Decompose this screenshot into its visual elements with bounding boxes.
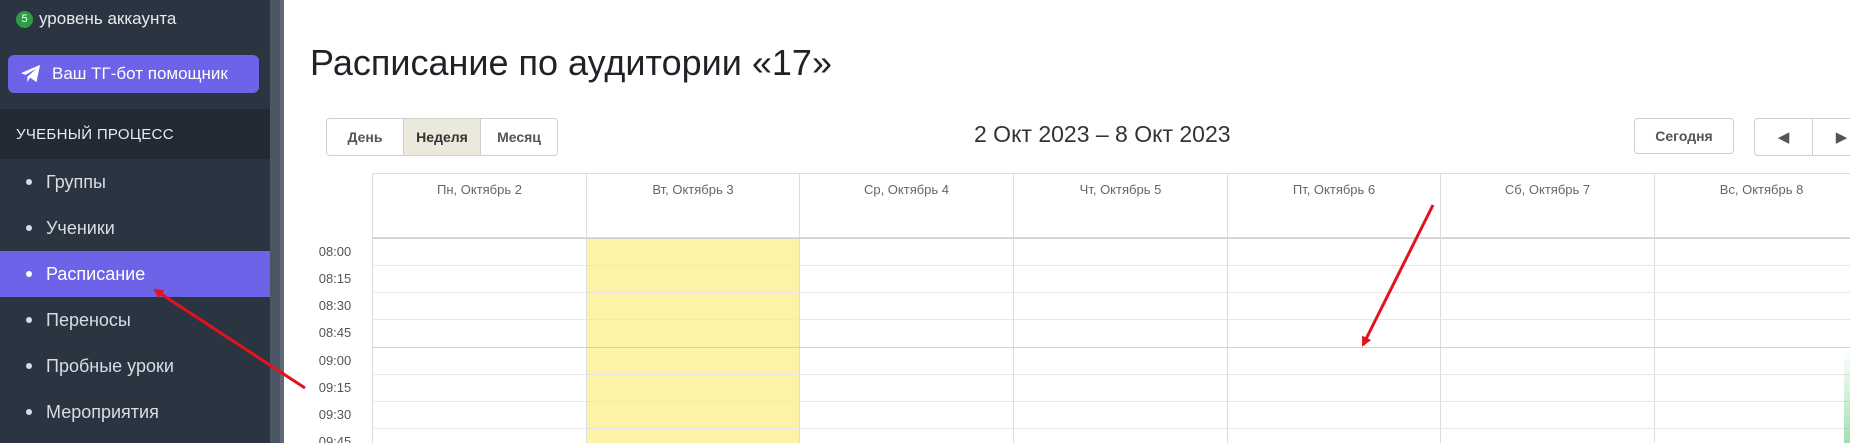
calendar-header: Пн, Октябрь 2 Вт, Октябрь 3 Ср, Октябрь …	[310, 173, 1850, 238]
day-header-wed: Ср, Октябрь 4	[799, 173, 1013, 238]
corner-glow	[1844, 350, 1850, 443]
sidebar-item-label: Переносы	[46, 309, 131, 330]
sidebar-item-label: Группы	[46, 171, 106, 192]
date-range-title: 2 Окт 2023 – 8 Окт 2023	[974, 121, 1231, 147]
bullet-icon	[26, 409, 32, 415]
telegram-bot-label: Ваш ТГ-бот помощник	[52, 64, 228, 83]
column-divider	[1227, 238, 1228, 443]
slot-line	[372, 319, 1850, 320]
slot-line	[372, 374, 1850, 375]
week-calendar: Пн, Октябрь 2 Вт, Октябрь 3 Ср, Октябрь …	[310, 173, 1850, 443]
column-divider	[586, 238, 587, 443]
column-divider	[799, 238, 800, 443]
bullet-icon	[26, 317, 32, 323]
sidebar-item-groups[interactable]: Группы	[0, 159, 270, 205]
account-level-badge: 5	[16, 10, 33, 28]
time-label: 08:30	[318, 298, 352, 313]
telegram-icon	[20, 64, 42, 84]
slot-line	[372, 265, 1850, 266]
time-label: 08:45	[318, 325, 352, 340]
slot-line	[372, 238, 1850, 239]
time-label: 08:15	[318, 271, 352, 286]
slot-line	[372, 292, 1850, 293]
sidebar-item-trial-lessons[interactable]: Пробные уроки	[0, 343, 270, 389]
page-title: Расписание по аудитории «17»	[310, 42, 832, 83]
time-label: 09:00	[318, 353, 352, 368]
day-header-fri: Пт, Октябрь 6	[1227, 173, 1440, 238]
sidebar-scrollbar[interactable]	[270, 0, 284, 443]
next-week-icon[interactable]: ▶	[1813, 119, 1850, 155]
day-header-mon: Пн, Октябрь 2	[372, 173, 586, 238]
view-day-button[interactable]: День	[327, 119, 404, 155]
account-level[interactable]: 5 уровень аккаунта	[16, 6, 176, 32]
slot-line	[372, 347, 1850, 348]
view-month-button[interactable]: Месяц	[481, 119, 557, 155]
column-divider	[1013, 238, 1014, 443]
time-label: 09:15	[318, 380, 352, 395]
sidebar-item-schedule[interactable]: Расписание	[0, 251, 270, 297]
account-level-label: уровень аккаунта	[39, 9, 177, 28]
sidebar-item-students[interactable]: Ученики	[0, 205, 270, 251]
today-button[interactable]: Сегодня	[1634, 118, 1734, 154]
column-divider	[1654, 238, 1655, 443]
bullet-icon	[26, 363, 32, 369]
day-header-thu: Чт, Октябрь 5	[1013, 173, 1227, 238]
time-label: 09:45	[318, 434, 352, 443]
column-divider	[372, 238, 373, 443]
time-label: 09:30	[318, 407, 352, 422]
sidebar-item-events[interactable]: Мероприятия	[0, 389, 270, 435]
sidebar: 5 уровень аккаунта Ваш ТГ-бот помощник У…	[0, 0, 270, 443]
day-header-sat: Сб, Октябрь 7	[1440, 173, 1654, 238]
sidebar-item-label: Ученики	[46, 217, 115, 238]
time-label: 08:00	[318, 244, 352, 259]
day-header-sun: Вс, Октябрь 8	[1654, 173, 1850, 238]
bullet-icon	[26, 179, 32, 185]
section-header-learning: УЧЕБНЫЙ ПРОЦЕСС	[0, 109, 270, 159]
sidebar-nav: Группы Ученики Расписание Переносы Пробн…	[0, 159, 270, 435]
sidebar-item-label: Расписание	[46, 263, 146, 284]
column-divider	[1440, 238, 1441, 443]
today-column-highlight	[586, 239, 799, 443]
slot-line	[372, 428, 1850, 429]
bullet-icon	[26, 271, 32, 277]
slot-line	[372, 401, 1850, 402]
sidebar-item-transfers[interactable]: Переносы	[0, 297, 270, 343]
sidebar-item-label: Мероприятия	[46, 401, 159, 422]
view-switcher: День Неделя Месяц	[326, 118, 558, 156]
bullet-icon	[26, 225, 32, 231]
telegram-bot-button[interactable]: Ваш ТГ-бот помощник	[8, 55, 259, 93]
day-header-tue: Вт, Октябрь 3	[586, 173, 799, 238]
view-week-button[interactable]: Неделя	[404, 119, 481, 155]
prev-week-icon[interactable]: ◀	[1755, 119, 1813, 155]
sidebar-item-label: Пробные уроки	[46, 355, 174, 376]
week-navigation: ◀ ▶	[1754, 118, 1850, 156]
